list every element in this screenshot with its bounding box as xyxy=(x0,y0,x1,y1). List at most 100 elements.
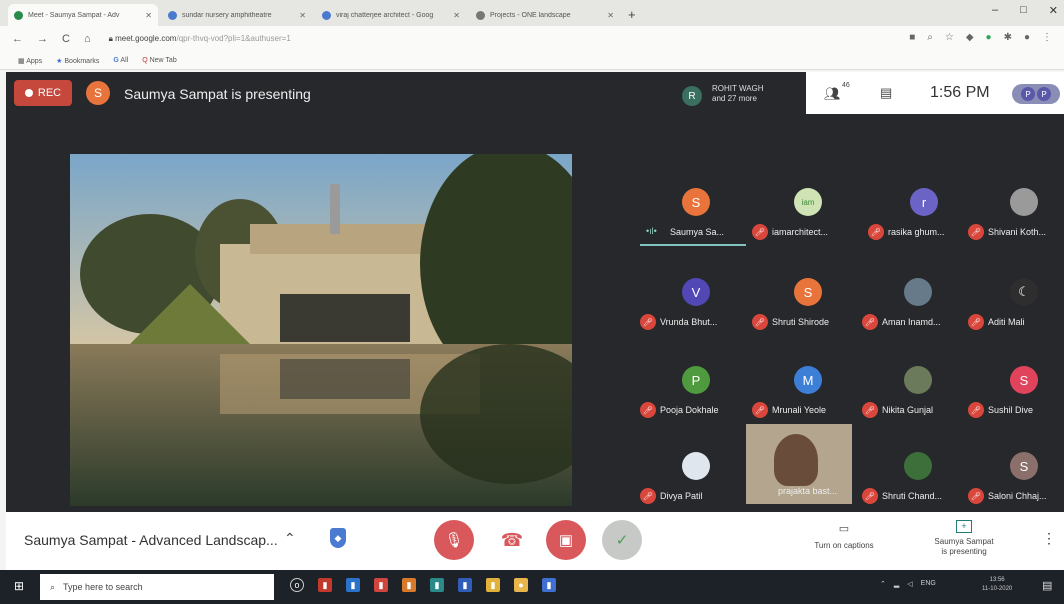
check-icon: ✓ xyxy=(615,532,629,549)
office-icon[interactable]: ▮ xyxy=(402,578,416,592)
participant-tile[interactable]: 🎤︎ Aman Inamd... xyxy=(862,278,970,330)
mail-icon[interactable]: ▮ xyxy=(374,578,388,592)
close-tab-icon[interactable]: ✕ xyxy=(299,11,306,20)
participant-name: rasika ghum... xyxy=(888,227,945,237)
shield-icon[interactable]: ◆ xyxy=(330,528,346,548)
new-tab-button[interactable]: + xyxy=(628,7,636,22)
participant-tile[interactable]: S •ıl• Saumya Sa... xyxy=(640,188,748,246)
extension-icon[interactable]: ● xyxy=(986,32,992,43)
reload-icon[interactable]: C xyxy=(62,33,70,45)
participant-tile[interactable]: V 🎤︎ Vrunda Bhut... xyxy=(640,278,748,330)
meet-stage: REC S Saumya Sampat is presenting R ROHI… xyxy=(6,72,1064,512)
participant-tile[interactable]: 🎤︎ Shruti Chand... xyxy=(862,452,970,504)
chat-icon[interactable]: ▤ xyxy=(880,85,892,101)
search-placeholder: Type here to search xyxy=(63,582,143,592)
people-count: 46 xyxy=(842,82,850,89)
participant-tile[interactable]: M 🎤︎ Mrunali Yeole xyxy=(752,366,860,418)
kebab-menu-icon[interactable]: ⋮ xyxy=(1042,32,1052,43)
tab-projects[interactable]: Projects - ONE landscape ✕ xyxy=(470,4,620,26)
star-icon[interactable]: ☆ xyxy=(945,32,954,43)
taskbar-search[interactable]: ⌕ Type here to search xyxy=(40,574,274,600)
participant-tile[interactable]: r 🎤︎ rasika ghum... xyxy=(868,188,976,240)
edge-icon[interactable]: ▮ xyxy=(430,578,444,592)
presenting-line-1: Saumya Sampat xyxy=(934,537,994,546)
participant-more: and 27 more xyxy=(712,94,757,103)
language-indicator[interactable]: ENG xyxy=(921,580,936,588)
mic-off-icon: 🎤︎ xyxy=(868,224,884,240)
volume-icon[interactable]: ◁ xyxy=(907,580,912,588)
file-explorer-icon[interactable]: ▮ xyxy=(486,578,500,592)
taskbar-apps: o ▮ ▮ ▮ ▮ ▮ ▮ ▮ ● ▮ xyxy=(290,578,556,592)
tab-meet[interactable]: Meet - Saumya Sampat - Adv ✕ xyxy=(8,4,158,26)
notification-icon[interactable]: ▤ xyxy=(1042,579,1052,592)
cortana-icon[interactable]: o xyxy=(290,578,304,592)
participant-tile[interactable]: S 🎤︎ Saloni Chhaj... xyxy=(968,452,1064,504)
participant-tile[interactable]: 🎤︎ Nikita Gunjal xyxy=(862,366,970,418)
participant-tile[interactable]: S 🎤︎ Sushil Dive xyxy=(968,366,1064,418)
microphone-toggle-button[interactable]: 🎙︎ xyxy=(434,520,474,560)
participant-name: Mrunali Yeole xyxy=(772,405,827,415)
chrome-icon[interactable]: ● xyxy=(514,578,528,592)
participant-tile[interactable]: S 🎤︎ Shruti Shirode xyxy=(752,278,860,330)
captions-button[interactable]: ▭ Turn on captions xyxy=(802,522,886,550)
bookmark-all[interactable]: G All xyxy=(113,57,128,64)
profile-avatar[interactable]: ● xyxy=(1024,32,1030,43)
bookmark-apps[interactable]: ▦ Apps xyxy=(18,57,42,65)
more-options-icon[interactable]: ⋮ xyxy=(1042,530,1056,547)
url-path: /qpr-thvq-vod?pli=1&authuser=1 xyxy=(176,34,291,43)
participant-tile[interactable]: ☾ 🎤︎ Aditi Mali xyxy=(968,278,1064,330)
tab-sundar-nursery[interactable]: sundar nursery amphitheatre ✕ xyxy=(162,4,312,26)
tab-title: Meet - Saumya Sampat - Adv xyxy=(28,11,120,19)
app-icon[interactable]: ▮ xyxy=(346,578,360,592)
leave-call-button[interactable]: ☎︎ xyxy=(492,520,532,560)
presenting-button[interactable]: + Saumya Sampat is presenting xyxy=(918,520,1010,557)
windows-start-icon[interactable]: ⊞ xyxy=(14,579,24,593)
presenting-text: Saumya Sampat is presenting xyxy=(124,86,311,102)
bookmark-new-tab[interactable]: Q New Tab xyxy=(142,57,177,64)
account-avatars[interactable]: P P xyxy=(1012,84,1060,104)
people-icon[interactable]: 👥︎ xyxy=(824,86,841,102)
extension-icon[interactable]: ◆ xyxy=(966,32,974,43)
mic-off-icon: 🎤︎ xyxy=(968,488,984,504)
zoom-icon[interactable]: ⌕ xyxy=(927,32,933,43)
participant-video-tile[interactable]: prajakta bast... xyxy=(746,424,852,504)
participant-avatar: R xyxy=(682,86,702,106)
minimize-button[interactable]: – xyxy=(992,4,998,17)
chevron-up-icon[interactable]: ⌃ xyxy=(284,530,296,547)
camera-toggle-button[interactable]: ▣ xyxy=(546,520,586,560)
participant-tile[interactable]: 🎤︎ Shivani Koth... xyxy=(968,188,1064,240)
mic-off-icon: 🎤︎ xyxy=(968,224,984,240)
url-field[interactable]: 🔒︎ meet.google.com/qpr-thvq-vod?pli=1&au… xyxy=(109,34,291,44)
participant-tile[interactable]: P 🎤︎ Pooja Dokhale xyxy=(640,366,748,418)
network-icon[interactable]: ▂ xyxy=(894,580,899,588)
chevron-up-icon[interactable]: ⌃ xyxy=(880,580,886,588)
back-arrow-icon[interactable]: ← xyxy=(12,33,23,45)
mic-off-icon: 🎤︎ xyxy=(862,488,878,504)
pdf-app-icon[interactable]: ▮ xyxy=(318,578,332,592)
forward-arrow-icon[interactable]: → xyxy=(37,33,48,45)
mic-off-icon: 🎤︎ xyxy=(968,314,984,330)
meeting-title[interactable]: Saumya Sampat - Advanced Landscap... xyxy=(24,532,278,548)
close-window-button[interactable]: ✕ xyxy=(1049,4,1058,17)
confirm-button[interactable]: ✓ xyxy=(602,520,642,560)
close-tab-icon[interactable]: ✕ xyxy=(607,11,614,20)
tab-viraj-chatterjee[interactable]: viraj chatterjee architect - Goog ✕ xyxy=(316,4,466,26)
participant-tile[interactable]: iam 🎤︎ iamarchitect... xyxy=(752,188,860,240)
participant-name: iamarchitect... xyxy=(772,227,829,237)
participant-name: Sushil Dive xyxy=(988,405,1034,415)
participant-name: Aman Inamd... xyxy=(882,317,941,327)
puzzle-icon[interactable]: ✱ xyxy=(1004,32,1012,43)
landscape-photo xyxy=(70,154,572,506)
bookmark-bookmarks[interactable]: ★ Bookmarks xyxy=(56,57,99,65)
mic-off-icon: 🎤︎ xyxy=(640,402,656,418)
word-icon[interactable]: ▮ xyxy=(458,578,472,592)
taskbar-clock[interactable]: 13:56 11-10-2020 xyxy=(982,576,1012,594)
participant-name: Saloni Chhaj... xyxy=(988,491,1047,501)
app-icon[interactable]: ▮ xyxy=(542,578,556,592)
close-tab-icon[interactable]: ✕ xyxy=(453,11,460,20)
camera-icon[interactable]: ■ xyxy=(909,32,915,43)
home-icon[interactable]: ⌂ xyxy=(84,33,91,45)
close-tab-icon[interactable]: ✕ xyxy=(145,11,152,20)
participant-tile[interactable]: 🎤︎ Divya Patil xyxy=(640,452,748,504)
maximize-button[interactable]: □ xyxy=(1020,4,1027,17)
